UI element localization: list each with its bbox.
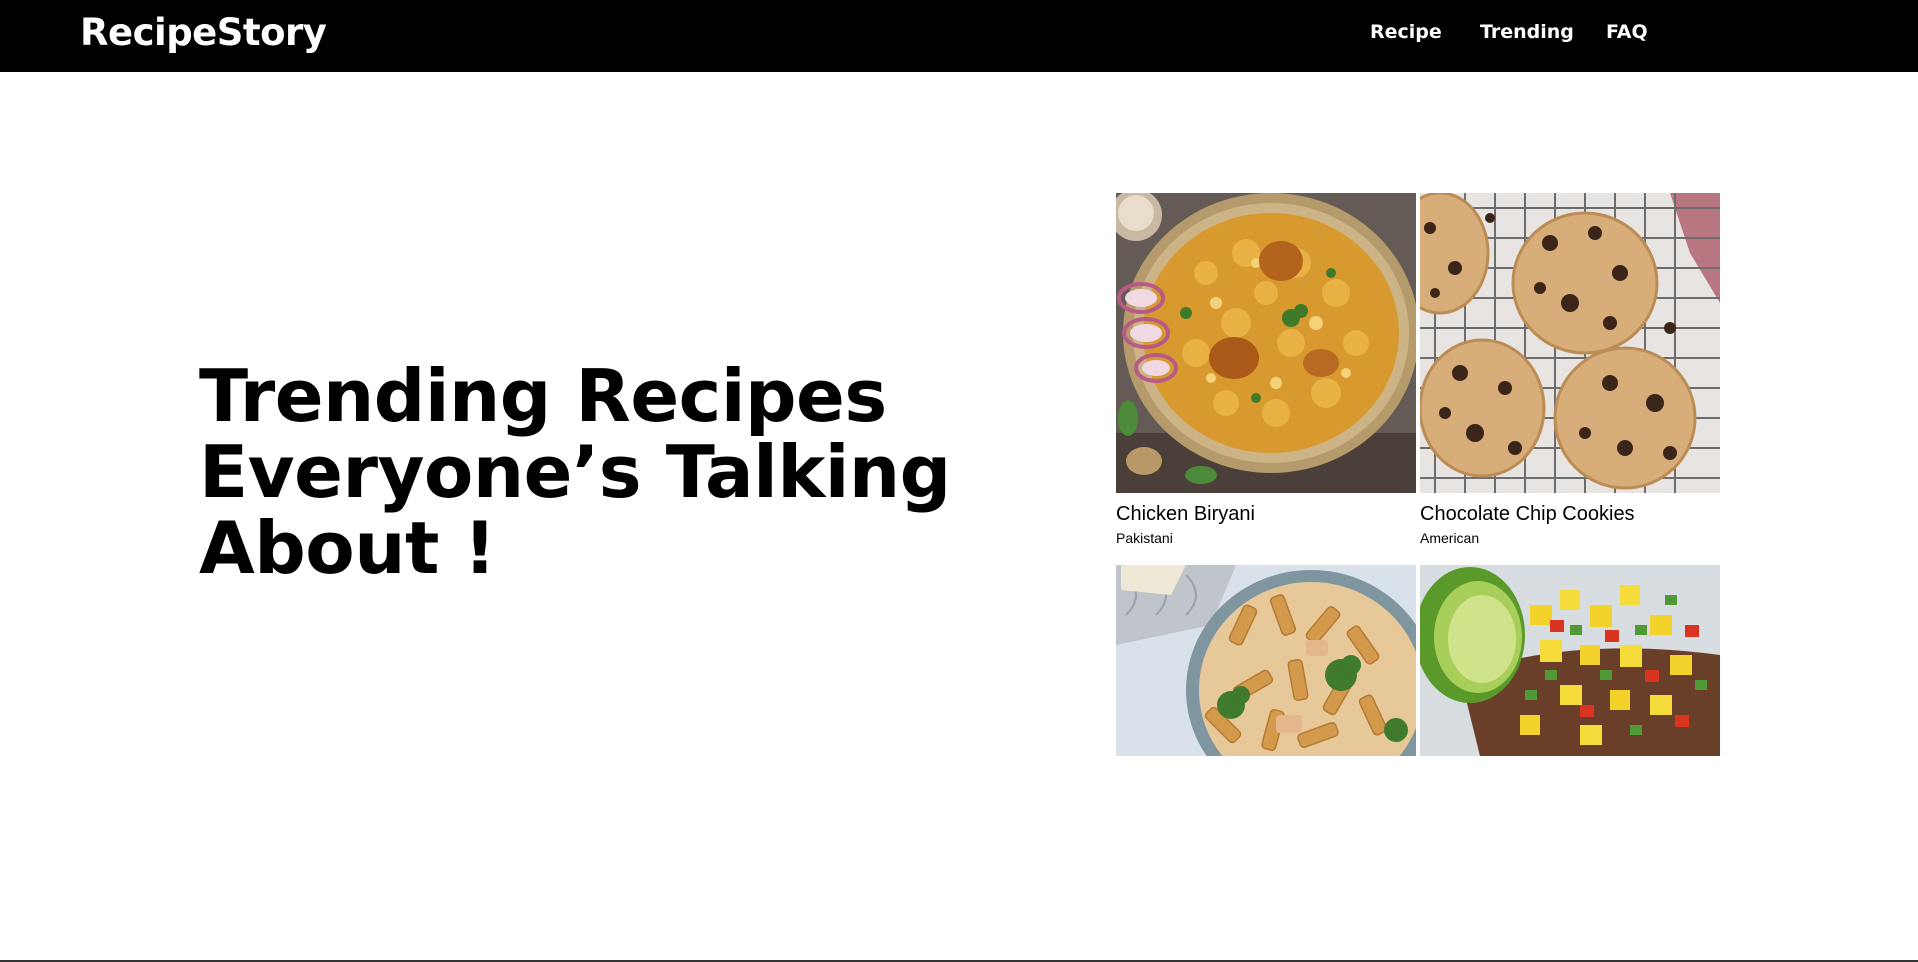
hero-title-line-2: Everyone’s Talking bbox=[199, 430, 951, 514]
nav-link-faq[interactable]: FAQ bbox=[1606, 21, 1648, 43]
chicken-biryani-photo[interactable] bbox=[1116, 193, 1416, 493]
chocolate-chip-cookies-photo[interactable] bbox=[1420, 193, 1720, 493]
recipe-origin: Pakistani bbox=[1116, 530, 1173, 546]
recipe-origin: American bbox=[1420, 530, 1480, 546]
nav-link-trending[interactable]: Trending bbox=[1480, 21, 1574, 43]
recipe-card-pasta[interactable] bbox=[1116, 565, 1416, 756]
hero-title-line-1: Trending Recipes bbox=[199, 354, 887, 438]
recipe-name[interactable]: Chocolate Chip Cookies bbox=[1420, 503, 1635, 526]
hero-title: Trending Recipes Everyone’s Talking Abou… bbox=[199, 354, 951, 590]
recipe-name[interactable]: Chicken Biryani bbox=[1116, 503, 1255, 526]
recipe-card-chocolate-chip-cookies[interactable]: Chocolate Chip Cookies American bbox=[1420, 193, 1720, 553]
nav-link-recipe[interactable]: Recipe bbox=[1370, 21, 1442, 43]
hero-title-line-3: About ! bbox=[199, 506, 496, 590]
recipe-card-mango-salsa[interactable] bbox=[1420, 565, 1720, 756]
mango-salsa-photo[interactable] bbox=[1420, 565, 1720, 756]
recipe-card-chicken-biryani[interactable]: Chicken Biryani Pakistani bbox=[1116, 193, 1416, 553]
top-navbar: RecipeStory Recipe Trending FAQ bbox=[0, 0, 1918, 72]
creamy-penne-pasta-photo[interactable] bbox=[1116, 565, 1416, 756]
brand-logo[interactable]: RecipeStory bbox=[80, 11, 327, 54]
